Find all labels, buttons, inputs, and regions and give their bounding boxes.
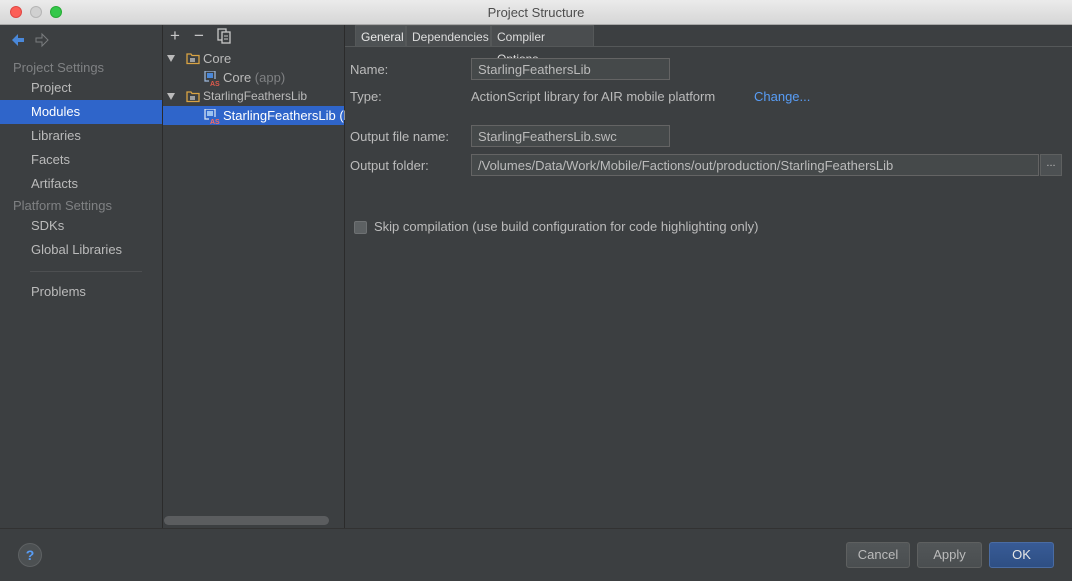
expand-arrow-icon[interactable] bbox=[167, 55, 175, 62]
remove-module-button[interactable]: − bbox=[190, 27, 208, 45]
browse-folder-button[interactable]: ... bbox=[1040, 154, 1062, 176]
module-settings-content: General Dependencies Compiler Options Na… bbox=[345, 25, 1072, 528]
back-arrow-icon[interactable] bbox=[10, 31, 26, 49]
type-label: Type: bbox=[350, 89, 382, 104]
tree-node-starlingfeatherslib-lib[interactable]: AS StarlingFeathersLib (li bbox=[163, 106, 349, 125]
type-value: ActionScript library for AIR mobile plat… bbox=[471, 89, 716, 104]
expand-arrow-icon[interactable] bbox=[167, 93, 175, 100]
module-folder-icon bbox=[186, 91, 200, 103]
name-label: Name: bbox=[350, 62, 389, 77]
tree-node-hint: (app) bbox=[251, 70, 286, 85]
tree-toolbar: + − bbox=[163, 25, 344, 47]
cancel-button[interactable]: Cancel bbox=[846, 542, 910, 568]
tree-node-core[interactable]: Core bbox=[163, 49, 344, 68]
output-folder-label: Output folder: bbox=[350, 158, 429, 173]
sidebar-item-artifacts[interactable]: Artifacts bbox=[0, 172, 162, 196]
tabs-divider bbox=[345, 46, 1072, 47]
sidebar-divider bbox=[30, 271, 142, 272]
help-button[interactable]: ? bbox=[18, 543, 42, 567]
settings-sidebar: Project Settings Project Modules Librari… bbox=[0, 25, 163, 528]
title-bar: Project Structure bbox=[0, 0, 1072, 25]
window-title: Project Structure bbox=[487, 5, 585, 20]
apply-button[interactable]: Apply bbox=[917, 542, 982, 568]
sidebar-item-modules[interactable]: Modules bbox=[0, 100, 162, 124]
actionscript-build-icon: AS bbox=[204, 109, 220, 125]
module-tree-panel: + − Core AS Core (app) StarlingFeathersL… bbox=[163, 25, 349, 528]
tree-node-label: StarlingFeathersLib (li bbox=[223, 108, 350, 123]
sidebar-item-project[interactable]: Project bbox=[0, 76, 162, 100]
name-input[interactable] bbox=[471, 58, 670, 80]
tree-node-label: Core bbox=[203, 51, 232, 66]
sidebar-item-global-libraries[interactable]: Global Libraries bbox=[0, 238, 162, 262]
sidebar-item-problems[interactable]: Problems bbox=[0, 280, 162, 304]
svg-text:AS: AS bbox=[210, 119, 220, 125]
platform-settings-header: Platform Settings bbox=[13, 198, 112, 213]
ok-button[interactable]: OK bbox=[989, 542, 1054, 568]
project-settings-header: Project Settings bbox=[13, 60, 105, 75]
tab-dependencies[interactable]: Dependencies bbox=[406, 25, 491, 47]
output-folder-input[interactable] bbox=[471, 154, 1039, 176]
sidebar-item-libraries[interactable]: Libraries bbox=[0, 124, 162, 148]
forward-arrow-icon[interactable] bbox=[34, 31, 50, 49]
output-file-name-label: Output file name: bbox=[350, 129, 449, 144]
tree-node-label: StarlingFeathersLib bbox=[203, 89, 308, 103]
tree-node-label: Core bbox=[223, 70, 252, 85]
horizontal-scrollbar[interactable] bbox=[164, 516, 329, 525]
tab-compiler-options[interactable]: Compiler Options bbox=[491, 25, 594, 66]
dialog-button-bar: ? Cancel Apply OK bbox=[0, 528, 1072, 581]
skip-compilation-label[interactable]: Skip compilation (use build configuratio… bbox=[374, 219, 758, 234]
tree-node-core-app[interactable]: AS Core (app) bbox=[163, 68, 344, 87]
skip-compilation-checkbox[interactable] bbox=[354, 221, 367, 234]
sidebar-item-facets[interactable]: Facets bbox=[0, 148, 162, 172]
copy-module-icon[interactable] bbox=[215, 27, 233, 45]
change-type-link[interactable]: Change... bbox=[754, 89, 810, 104]
add-module-button[interactable]: + bbox=[166, 27, 184, 45]
module-folder-icon bbox=[186, 53, 200, 65]
tab-general[interactable]: General bbox=[355, 25, 406, 47]
sidebar-item-sdks[interactable]: SDKs bbox=[0, 214, 162, 238]
output-file-name-input[interactable] bbox=[471, 125, 670, 147]
actionscript-build-icon: AS bbox=[204, 71, 220, 87]
tree-node-starlingfeatherslib[interactable]: StarlingFeathersLib bbox=[163, 87, 344, 106]
